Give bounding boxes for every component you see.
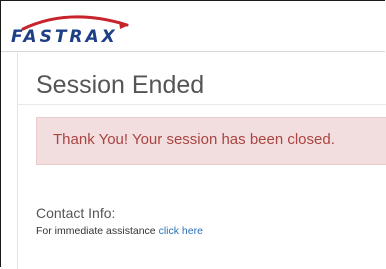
contact-assist-text: For immediate assistance [36, 225, 156, 237]
logo-text: FASTRAX [11, 27, 118, 47]
page-frame: FASTRAX Session Ended Thank You! Your se… [0, 0, 386, 269]
click-here-link[interactable]: click here [159, 225, 203, 237]
header: FASTRAX [1, 1, 385, 51]
session-panel: Session Ended Thank You! Your session ha… [17, 53, 386, 269]
header-divider [1, 51, 385, 52]
page-title: Session Ended [36, 71, 205, 99]
session-closed-alert: Thank You! Your session has been closed. [36, 117, 386, 165]
contact-info-label: Contact Info: [36, 205, 116, 221]
alert-message: Thank You! Your session has been closed. [53, 131, 335, 148]
title-divider [18, 104, 386, 105]
contact-assist-line: For immediate assistance click here [36, 225, 203, 237]
fastrax-logo: FASTRAX [9, 9, 159, 47]
